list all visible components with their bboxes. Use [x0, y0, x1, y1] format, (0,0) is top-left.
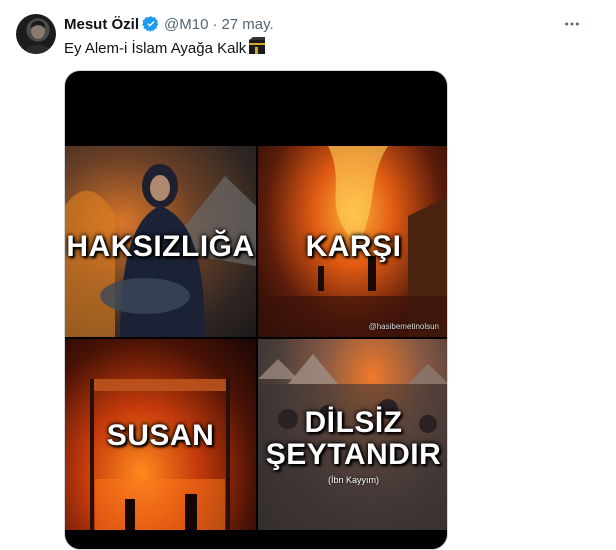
more-options-icon[interactable] — [562, 14, 582, 34]
panel-caption: SUSAN — [106, 419, 215, 452]
tweet-text-content: Ey Alem-i İslam Ayağa Kalk — [64, 40, 247, 57]
tweet[interactable]: Mesut Özil @M10 · 27 may. Ey Alem-i İsla… — [0, 0, 616, 550]
avatar[interactable] — [16, 14, 56, 54]
kaaba-icon — [247, 37, 267, 61]
panel-burning-gate: SUSAN — [65, 339, 256, 530]
author-handle[interactable]: @M10 — [164, 16, 208, 33]
image-collage: HAKSIZLIĞA KARŞI @hasibemetinolsun SUSAN… — [65, 146, 447, 530]
quote-attribution: (İbn Kayyım) — [327, 475, 379, 485]
panel-caption: HAKSIZLIĞA — [66, 230, 255, 263]
image-credit: @hasibemetinolsun — [368, 322, 439, 331]
verified-badge-icon — [142, 15, 160, 33]
panel-caption-line2: ŞEYTANDIR — [265, 438, 442, 471]
tweet-header: Mesut Özil @M10 · 27 may. — [64, 14, 274, 34]
panel-crowd-tents: DİLSİZ ŞEYTANDIR (İbn Kayyım) — [258, 339, 447, 530]
tweet-media-image[interactable]: HAKSIZLIĞA KARŞI @hasibemetinolsun SUSAN… — [64, 70, 448, 550]
panel-caption: KARŞI — [305, 230, 402, 263]
tweet-date[interactable]: 27 may. — [221, 16, 273, 33]
author-name[interactable]: Mesut Özil — [64, 16, 139, 33]
panel-woman-child: HAKSIZLIĞA — [65, 146, 256, 337]
panel-caption-line1: DİLSİZ — [304, 406, 403, 439]
separator-dot: · — [212, 15, 218, 33]
tweet-text: Ey Alem-i İslam Ayağa Kalk — [64, 37, 267, 61]
panel-fire-camp: KARŞI @hasibemetinolsun — [258, 146, 447, 337]
